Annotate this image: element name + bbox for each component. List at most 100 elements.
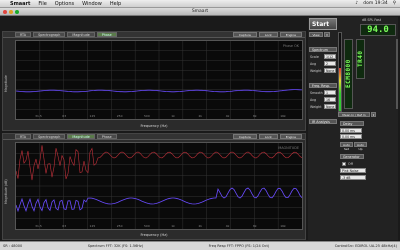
tab-magnitude[interactable]: Magnitude	[67, 32, 95, 37]
menu-bar: Smaart File Options Window Help ♪ dom 19…	[0, 0, 400, 8]
window-title: Smaart	[191, 9, 209, 14]
transfer-plot[interactable]: 31.5 63 125 250 500 1k 2k 4k 8k 16k MAGNITUDE	[15, 142, 303, 230]
view-button[interactable]: View	[309, 32, 323, 37]
spl-label: dB SPL Fast	[362, 18, 381, 22]
delay-field[interactable]: 0.00 ms	[340, 128, 362, 133]
smooth-select[interactable]: 1	[324, 90, 336, 95]
menu-window[interactable]: Window	[82, 1, 102, 7]
control-sidebar: Start View ▾ Spectrum Scale 1/12 Avg 2 W…	[308, 17, 398, 240]
scale-label: Scale	[310, 55, 319, 59]
spectrum-xtick: 63	[62, 114, 66, 118]
generator-state: Off	[348, 162, 353, 166]
clock: dom 19:34	[363, 1, 388, 6]
spectrum-xtick: 31.5	[35, 114, 42, 118]
spectrum-ylabel: Magnitude	[4, 75, 8, 92]
transfer-xtick: 500	[144, 224, 150, 228]
status-spectrum-fft: Spectrum FFT: 32K (FS: 1.56Hz)	[87, 244, 144, 248]
engine-button[interactable]: Engine	[279, 32, 302, 37]
weight-select[interactable]: None	[324, 68, 336, 73]
transfer-xtick: 2k	[198, 224, 202, 228]
search-icon[interactable]: ⚲	[393, 1, 396, 6]
avg2-select[interactable]: 16	[324, 97, 336, 102]
tab-magnitude-2[interactable]: Magnitude	[67, 134, 95, 139]
auto-set-button[interactable]: Auto Set	[340, 142, 353, 151]
transfer-xtick: 250	[117, 224, 123, 228]
menu-help[interactable]: Help	[110, 1, 121, 7]
transfer-graph: 31.5 63 125 250 500 1k 2k 4k 8k 16k	[15, 143, 303, 229]
transfer-ylabel: Magnitude (dB)	[4, 179, 8, 204]
avg-label: Avg	[310, 62, 317, 66]
ir-analysis-group[interactable]: IR Analysis	[309, 119, 337, 124]
zoom-icon[interactable]	[15, 10, 19, 14]
delay-group[interactable]: Delay	[340, 121, 364, 126]
transfer-xtick: 31.5	[35, 224, 42, 228]
weight2-label: Weight	[310, 105, 322, 109]
spectrum-xtick: 1k	[171, 114, 175, 118]
spectrum-xtick: 4k	[226, 114, 230, 118]
mic-label-2: TR40	[356, 39, 365, 79]
transfer-xlabel: Frequency (Hz)	[140, 233, 168, 237]
noise-level-select[interactable]: -3 dB	[340, 175, 366, 180]
view-toggle[interactable]: ▾	[324, 32, 330, 37]
window-titlebar: Smaart	[0, 8, 400, 16]
noise-type-select[interactable]: Pink Noise	[340, 168, 366, 173]
mean-toggle[interactable]: ▾	[371, 112, 376, 117]
avg-select[interactable]: 2	[324, 61, 336, 66]
transfer-xtick: 4k	[226, 224, 230, 228]
avg2-label: Avg	[310, 98, 317, 102]
spectrum-xtick: 16k	[280, 114, 286, 118]
spectrum-plot[interactable]: 31.5 63 125 250 500 1k 2k 4k 8k 16k Phase OK	[15, 40, 303, 120]
spectrum-watermark: Phase OK	[282, 44, 299, 48]
capture-button-2[interactable]: Capture	[232, 134, 257, 139]
generator-group[interactable]: Generator	[340, 154, 364, 159]
transfer-xtick: 63	[62, 224, 66, 228]
mic-label-1: ECM8000	[344, 39, 353, 109]
auto-up-button[interactable]: Auto Up	[354, 142, 367, 151]
tab-rta[interactable]: RTA	[15, 32, 32, 37]
spl-readout: 94.0	[360, 24, 396, 36]
spectrum-group[interactable]: Spectrum	[309, 47, 337, 52]
engine-button-2[interactable]: Engine	[279, 134, 302, 139]
lock-button-2[interactable]: Lock	[258, 134, 278, 139]
spectrum-xtick: 250	[117, 114, 123, 118]
transfer-xtick: 8k	[253, 224, 257, 228]
freq-resp-group[interactable]: Freq. Resp.	[309, 83, 337, 88]
capture-button[interactable]: Capture	[232, 32, 257, 37]
mean-select[interactable]: Mean In / Ref In	[338, 112, 370, 117]
volume-icon[interactable]: ♪	[355, 1, 358, 6]
spectrum-xtick: 2k	[198, 114, 202, 118]
meter-left	[338, 32, 342, 112]
smooth-label: Smooth	[310, 91, 323, 95]
status-device: ControlSrc: EDIROL UA-25 48kHz(4)	[334, 244, 397, 248]
spectrum-tabs: RTA Spectrograph Magnitude Phase Capture…	[3, 32, 305, 38]
delay-field-2[interactable]: 0.00 ms	[340, 134, 362, 139]
tab-spectrograph[interactable]: Spectrograph	[33, 32, 66, 37]
menu-file[interactable]: File	[38, 1, 46, 7]
spectrum-panel: RTA Spectrograph Magnitude Phase Capture…	[2, 31, 306, 131]
status-bar: SR : 48000 Spectrum FFT: 32K (FS: 1.56Hz…	[0, 241, 400, 250]
tab-spectrograph-2[interactable]: Spectrograph	[33, 134, 66, 139]
close-icon[interactable]	[3, 10, 7, 14]
spectrum-xtick: 125	[90, 114, 96, 118]
transfer-xtick: 1k	[171, 224, 175, 228]
meter-right	[396, 39, 398, 109]
minimize-icon[interactable]	[9, 10, 13, 14]
menu-app[interactable]: Smaart	[10, 1, 30, 7]
weight-label: Weight	[310, 69, 322, 73]
spectrum-graph: 31.5 63 125 250 500 1k 2k 4k 8k 16k	[15, 41, 303, 119]
weight2-select[interactable]: None	[324, 104, 336, 109]
transfer-panel: RTA Spectrograph Magnitude Phase Capture…	[2, 133, 306, 240]
transfer-xtick: 16k	[280, 224, 286, 228]
spectrum-xlabel: Frequency (Hz)	[140, 124, 168, 128]
spectrum-xtick: 8k	[253, 114, 257, 118]
scale-select[interactable]: 1/12	[324, 54, 336, 59]
tab-phase[interactable]: Phase	[96, 32, 117, 37]
tab-phase-2[interactable]: Phase	[96, 134, 117, 139]
menu-options[interactable]: Options	[55, 1, 74, 7]
status-sample-rate: SR : 48000	[3, 244, 23, 248]
generator-toggle[interactable]	[342, 162, 346, 166]
transfer-xtick: 125	[90, 224, 96, 228]
start-button[interactable]: Start	[309, 18, 337, 30]
tab-rta-2[interactable]: RTA	[15, 134, 32, 139]
lock-button[interactable]: Lock	[258, 32, 278, 37]
